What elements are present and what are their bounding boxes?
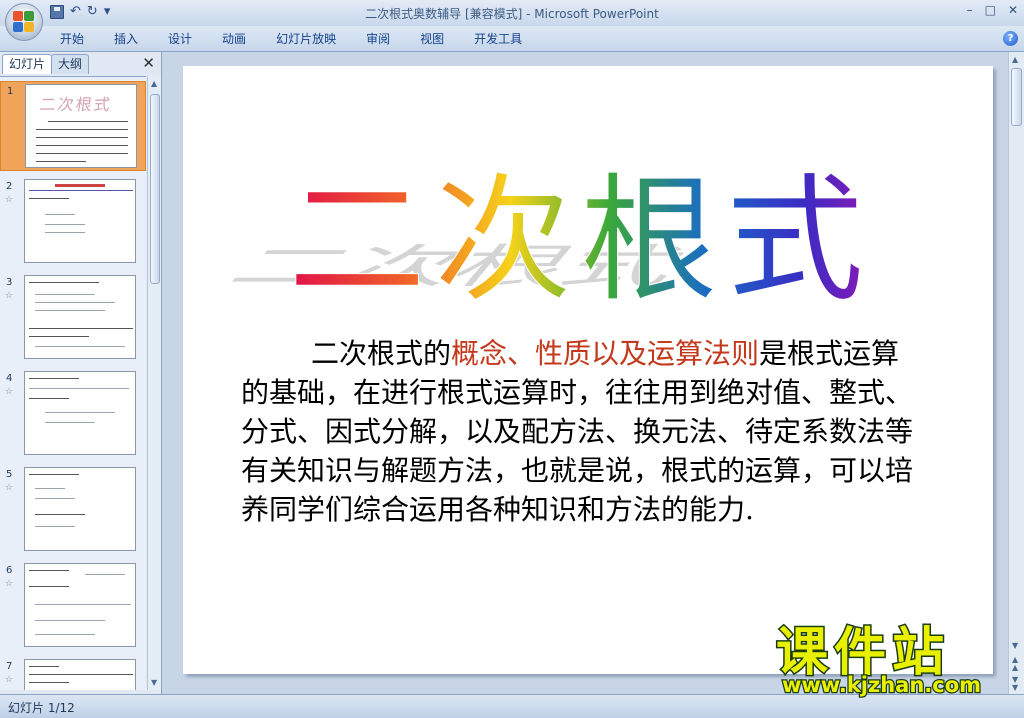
animation-star-icon: ☆ xyxy=(5,387,14,397)
slide-thumbnail-3[interactable] xyxy=(24,275,136,359)
window-controls: – □ ✕ xyxy=(967,3,1018,17)
slides-panel: 幻灯片 大纲 ✕ 1 二次根式 2 ☆ 3 ☆ 4 ☆ 5 ☆ 6 ☆ 7 ☆ … xyxy=(0,52,162,694)
scrollbar-thumb[interactable] xyxy=(150,94,160,284)
slide-body-text[interactable]: 二次根式的概念、性质以及运算法则是根式运算的基础，在进行根式运算时，往往用到绝对… xyxy=(241,334,921,529)
tab-slides[interactable]: 幻灯片 xyxy=(2,54,53,74)
animation-star-icon: ☆ xyxy=(5,291,14,301)
thumbnail-row-5[interactable]: 5 ☆ xyxy=(0,465,146,555)
thumbnail-row-6[interactable]: 6 ☆ xyxy=(0,561,146,651)
close-panel-icon[interactable]: ✕ xyxy=(142,54,155,72)
watermark-url: www.kjzhan.com xyxy=(782,673,981,697)
body-highlight: 概念、性质以及运算法则 xyxy=(451,337,760,370)
window-title: 二次根式奥数辅导 [兼容模式] - Microsoft PowerPoint xyxy=(365,7,659,21)
slide-number: 7 xyxy=(6,661,13,672)
watermark-logo: 课件站 www.kjzhan.com xyxy=(772,616,1022,699)
ribbon: 开始 插入 设计 动画 幻灯片放映 审阅 视图 开发工具 ? xyxy=(0,26,1024,52)
slide-thumbnail-6[interactable] xyxy=(24,563,136,647)
thumbnail-row-1[interactable]: 1 二次根式 xyxy=(0,81,146,171)
slide-number: 2 xyxy=(6,181,13,192)
slide-thumbnail-4[interactable] xyxy=(24,371,136,455)
scroll-down-icon[interactable]: ▼ xyxy=(151,678,157,687)
slide-indicator: 幻灯片 1/12 xyxy=(8,701,75,715)
tab-outline[interactable]: 大纲 xyxy=(51,54,90,74)
animation-star-icon: ☆ xyxy=(5,483,14,493)
minimize-button[interactable]: – xyxy=(967,3,973,17)
slide-number: 4 xyxy=(6,373,13,384)
slide-number: 6 xyxy=(6,565,13,576)
animation-star-icon: ☆ xyxy=(5,675,14,685)
slide-thumbnails: 1 二次根式 2 ☆ 3 ☆ 4 ☆ 5 ☆ 6 ☆ 7 ☆ xyxy=(0,76,146,690)
office-logo-icon xyxy=(13,11,35,33)
wordart-svg: 二次根式 二次根式 xyxy=(216,160,872,319)
slide-thumbnail-2[interactable] xyxy=(24,179,136,263)
slide-thumbnail-1[interactable]: 二次根式 xyxy=(25,84,137,168)
slide-thumbnail-5[interactable] xyxy=(24,467,136,551)
slide-number: 5 xyxy=(6,469,13,480)
tab-slideshow[interactable]: 幻灯片放映 xyxy=(276,31,336,47)
tab-insert[interactable]: 插入 xyxy=(114,31,138,47)
help-icon[interactable]: ? xyxy=(1003,31,1018,46)
wordart-text: 二次根式 xyxy=(288,160,872,318)
scroll-up-icon[interactable]: ▲ xyxy=(1012,56,1018,64)
tab-design[interactable]: 设计 xyxy=(168,31,192,47)
body-prefix: 二次根式的 xyxy=(311,337,452,370)
thumbnail-title: 二次根式 xyxy=(38,95,114,114)
thumbnail-row-2[interactable]: 2 ☆ xyxy=(0,177,146,267)
wordart-title[interactable]: 二次根式 二次根式 xyxy=(203,118,903,319)
office-button[interactable] xyxy=(5,3,43,41)
slide-thumbnail-7[interactable] xyxy=(24,659,136,690)
tab-developer[interactable]: 开发工具 xyxy=(474,31,522,47)
scrollbar-thumb[interactable] xyxy=(1011,68,1022,126)
thumbnail-row-3[interactable]: 3 ☆ xyxy=(0,273,146,363)
tab-view[interactable]: 视图 xyxy=(420,31,444,47)
slide-number: 1 xyxy=(7,86,14,97)
ribbon-tabs: 开始 插入 设计 动画 幻灯片放映 审阅 视图 开发工具 xyxy=(60,31,552,47)
maximize-button[interactable]: □ xyxy=(985,3,996,17)
title-bar: ↶ ↻ ▾ 二次根式奥数辅导 [兼容模式] - Microsoft PowerP… xyxy=(0,0,1024,41)
animation-star-icon: ☆ xyxy=(5,579,14,589)
scroll-up-icon[interactable]: ▲ xyxy=(151,79,157,88)
slide-editor: 二次根式 二次根式 二次根式的概念、性质以及运算法则是根式运算的基础，在进行根式… xyxy=(163,52,1008,694)
animation-star-icon: ☆ xyxy=(5,195,14,205)
tab-animations[interactable]: 动画 xyxy=(222,31,246,47)
slide-scrollbar[interactable]: ▲ ▼ ▲ ▲ ▼ ▼ xyxy=(1008,52,1024,694)
thumbnail-row-7[interactable]: 7 ☆ xyxy=(0,657,146,690)
panel-tabs: 幻灯片 大纲 xyxy=(2,54,90,74)
watermark-svg: 课件站 www.kjzhan.com xyxy=(775,622,983,699)
tab-home[interactable]: 开始 xyxy=(60,31,84,47)
thumbnail-row-4[interactable]: 4 ☆ xyxy=(0,369,146,459)
close-button[interactable]: ✕ xyxy=(1008,3,1018,17)
thumbnails-scrollbar[interactable]: ▲ ▼ xyxy=(147,76,161,690)
slide-canvas[interactable]: 二次根式 二次根式 二次根式的概念、性质以及运算法则是根式运算的基础，在进行根式… xyxy=(183,66,993,674)
tab-review[interactable]: 审阅 xyxy=(366,31,390,47)
slide-number: 3 xyxy=(6,277,13,288)
